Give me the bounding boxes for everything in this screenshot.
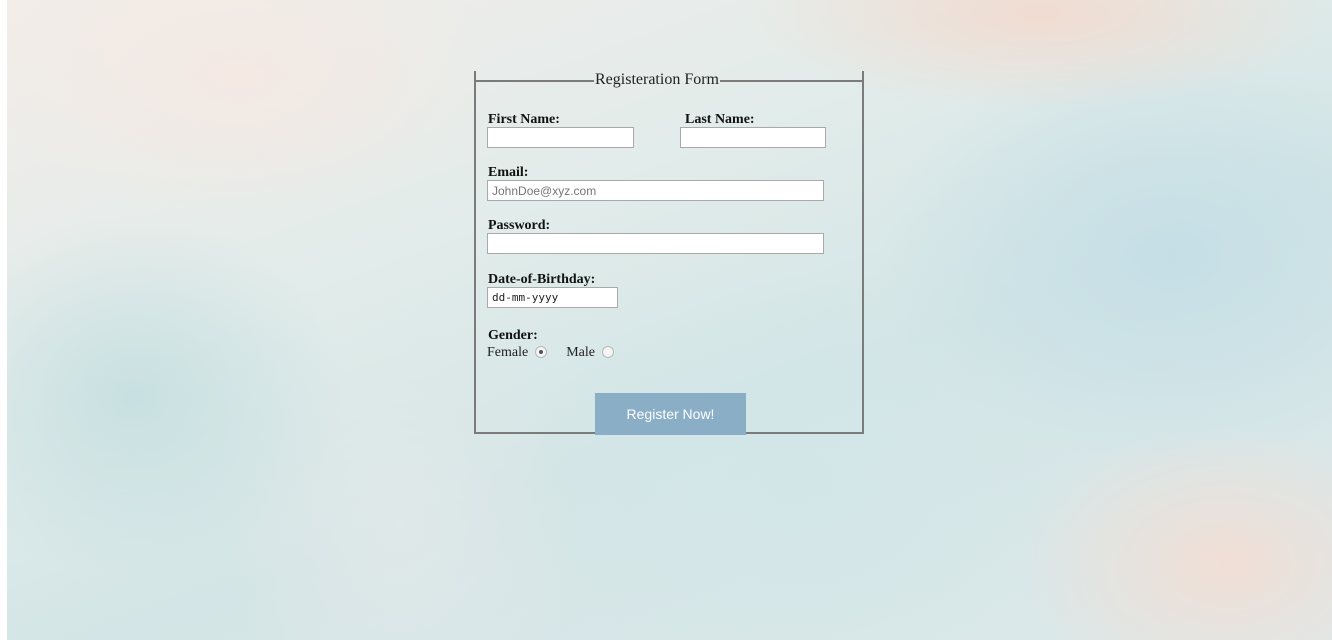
male-radio[interactable] [601,346,614,358]
form-fieldset: Registeration Form First Name: Last Name… [474,71,864,435]
registration-form: Registeration Form First Name: Last Name… [474,71,864,435]
male-label: Male [566,345,595,360]
password-label: Password: [488,218,551,233]
form-title: Registeration Form [595,71,719,88]
first-name-input[interactable] [487,127,634,148]
email-label: Email: [488,165,529,180]
female-label: Female [487,345,529,360]
dob-input[interactable]: dd-mm-yyyy [487,287,618,308]
email-input[interactable] [487,180,824,201]
last-name-label: Last Name: [685,112,755,127]
form-legend: Registeration Form [474,71,864,89]
left-edge-strip [0,0,7,640]
dob-label: Date-of-Birthday: [488,272,596,287]
last-name-input[interactable] [680,127,826,148]
first-name-label: First Name: [488,112,560,127]
legend-line-left [474,79,594,82]
register-button[interactable]: Register Now! [595,393,746,435]
password-input[interactable] [487,233,824,254]
gender-label: Gender: [488,328,538,343]
female-radio[interactable] [535,346,548,358]
legend-line-right [719,79,864,82]
gender-options: Female Male [487,345,614,361]
